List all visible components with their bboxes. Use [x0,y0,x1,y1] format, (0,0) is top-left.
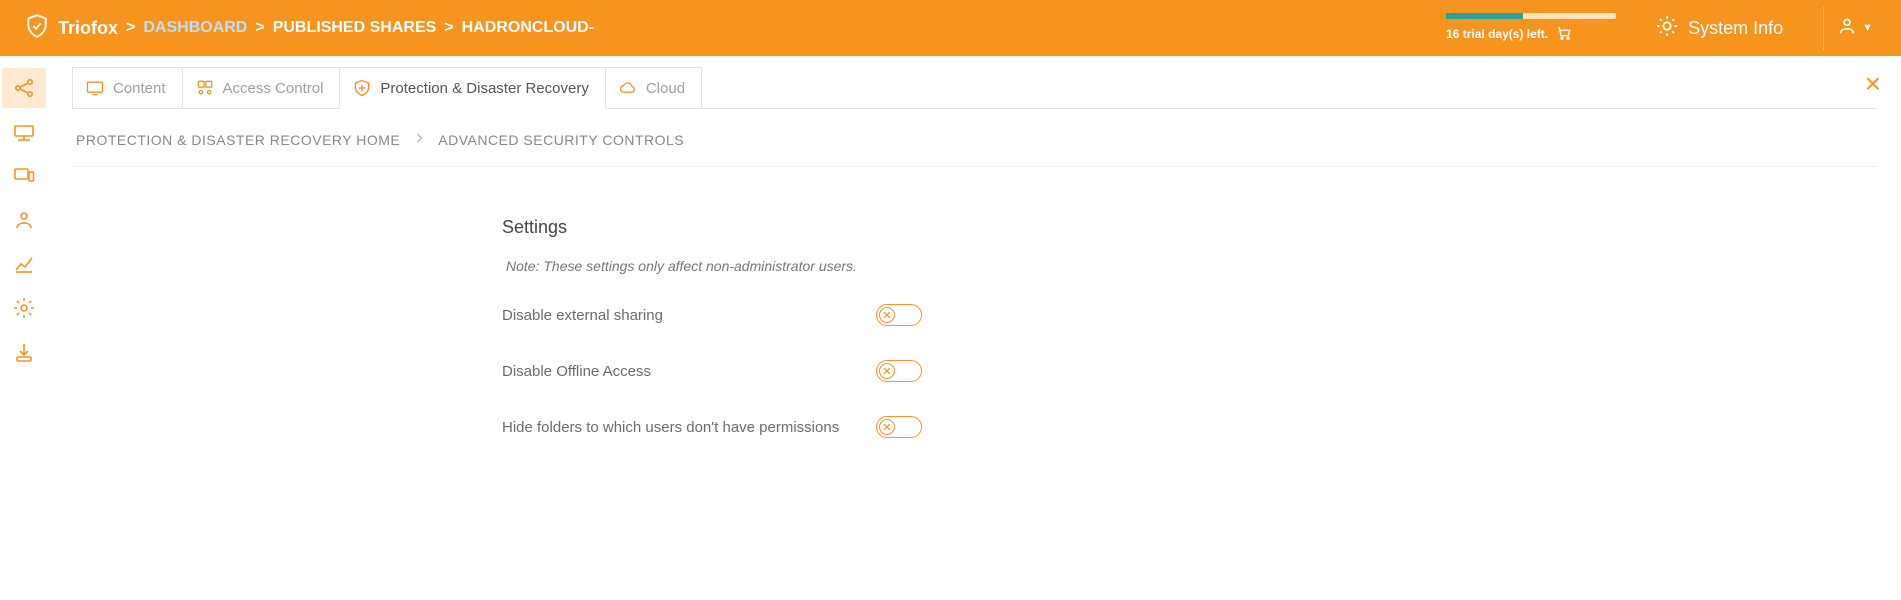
sidebar-item-client[interactable] [2,156,46,196]
breadcrumb-dashboard[interactable]: DASHBOARD [143,19,247,37]
system-info-label: System Info [1688,18,1783,39]
setting-label: Disable Offline Access [502,363,651,380]
tab-access-control[interactable]: Access Control [182,67,341,108]
tab-protection-dr[interactable]: Protection & Disaster Recovery [339,67,605,109]
user-menu[interactable]: ▼ [1823,7,1885,50]
shield-logo-icon [24,13,50,44]
sidebar-item-share[interactable] [2,68,46,108]
cart-icon[interactable] [1556,25,1572,44]
setting-label: Disable external sharing [502,307,663,324]
sidebar-item-reports[interactable] [2,244,46,284]
trial-progress-bar [1446,13,1616,19]
caret-down-icon: ▼ [1862,22,1873,34]
left-sidebar [0,56,48,512]
main-panel: × Content Access Control Protection & Di… [48,56,1901,512]
tab-label: Content [113,80,166,97]
toggle-disable-offline-access[interactable] [876,360,922,382]
settings-panel: Settings Note: These settings only affec… [502,217,1002,438]
setting-row-hide-folders: Hide folders to which users don't have p… [502,416,922,438]
top-header: Triofox > DASHBOARD > PUBLISHED SHARES >… [0,0,1901,56]
inner-bc-home[interactable]: PROTECTION & DISASTER RECOVERY HOME [76,132,400,148]
system-info-button[interactable]: System Info [1656,15,1783,42]
toggle-disable-external-sharing[interactable] [876,304,922,326]
sidebar-item-users[interactable] [2,200,46,240]
breadcrumb-share-name[interactable]: HADRONCLOUD- [462,19,594,37]
brand-name: Triofox [58,18,118,39]
setting-row-disable-offline-access: Disable Offline Access [502,360,922,382]
brand-logo-block[interactable]: Triofox [24,13,118,44]
toggle-knob-off-icon [879,363,895,379]
sidebar-item-settings[interactable] [2,288,46,328]
toggle-knob-off-icon [879,419,895,435]
inner-bc-current: ADVANCED SECURITY CONTROLS [438,132,684,148]
tab-label: Cloud [646,80,685,97]
trial-progress-fill [1446,13,1523,19]
toggle-hide-folders[interactable] [876,416,922,438]
settings-note: Note: These settings only affect non-adm… [502,258,1002,274]
sidebar-item-devices[interactable] [2,112,46,152]
breadcrumb-sep: > [126,19,135,37]
tabs-row: Content Access Control Protection & Disa… [72,66,1877,109]
tab-content[interactable]: Content [72,67,183,108]
trial-days-text: 16 trial day(s) left. [1446,27,1548,41]
chevron-right-icon [412,131,426,148]
close-panel-button[interactable]: × [1865,70,1881,98]
breadcrumb-published-shares[interactable]: PUBLISHED SHARES [273,19,437,37]
trial-block[interactable]: 16 trial day(s) left. [1446,13,1616,44]
tab-cloud[interactable]: Cloud [605,67,702,108]
toggle-knob-off-icon [879,307,895,323]
topbar-right: 16 trial day(s) left. System Info ▼ [1446,7,1885,50]
gear-sun-icon [1656,15,1678,42]
breadcrumb-sep: > [444,19,453,37]
layout: × Content Access Control Protection & Di… [0,56,1901,512]
setting-label: Hide folders to which users don't have p… [502,419,839,436]
user-icon [1836,15,1858,42]
tab-label: Protection & Disaster Recovery [380,80,588,97]
breadcrumb-sep: > [255,19,264,37]
inner-breadcrumb: PROTECTION & DISASTER RECOVERY HOME ADVA… [72,109,1877,167]
settings-title: Settings [502,217,1002,238]
tab-label: Access Control [223,80,324,97]
sidebar-item-download[interactable] [2,332,46,372]
setting-row-disable-external-sharing: Disable external sharing [502,304,922,326]
